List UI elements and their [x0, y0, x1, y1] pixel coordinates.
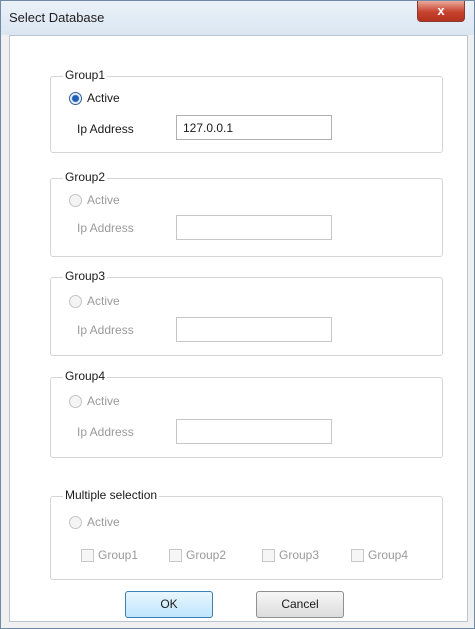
window-title: Select Database [9, 10, 105, 25]
select-database-dialog: Select Database x Group1 Active Ip Addre… [0, 0, 475, 629]
group2-ip-label: Ip Address [77, 221, 134, 235]
group4-legend: Group4 [63, 369, 108, 383]
group4-active-label: Active [87, 394, 120, 408]
group1-legend: Group1 [63, 68, 108, 82]
group2-legend: Group2 [63, 170, 108, 184]
group1-active-label: Active [87, 91, 120, 105]
group4-ip-input[interactable] [176, 419, 332, 444]
group3-ip-input[interactable] [176, 317, 332, 342]
multiple-active-label: Active [87, 515, 120, 529]
group4-box: Group4 Active Ip Address [50, 369, 443, 458]
group1-active-radio[interactable] [69, 92, 82, 105]
group3-checkbox-label: Group3 [279, 548, 320, 562]
group1-ip-label: Ip Address [77, 122, 134, 136]
dialog-body: Group1 Active Ip Address Group2 Active I… [9, 35, 468, 622]
group2-box: Group2 Active Ip Address [50, 170, 443, 257]
ok-button[interactable]: OK [125, 591, 213, 618]
group4-checkbox[interactable] [351, 549, 364, 562]
group3-active-radio[interactable] [69, 295, 82, 308]
multiple-active-radio[interactable] [69, 516, 82, 529]
group2-checkbox-label: Group2 [186, 548, 227, 562]
group1-checkbox-label: Group1 [98, 548, 139, 562]
group3-active-label: Active [87, 294, 120, 308]
group3-legend: Group3 [63, 269, 108, 283]
group4-ip-label: Ip Address [77, 425, 134, 439]
group4-checkbox-label: Group4 [368, 548, 409, 562]
group3-checkbox[interactable] [262, 549, 275, 562]
group1-checkbox[interactable] [81, 549, 94, 562]
group1-box: Group1 Active Ip Address [50, 68, 443, 153]
title-bar: Select Database x [1, 1, 474, 35]
multiple-selection-legend: Multiple selection [63, 488, 160, 502]
group3-box: Group3 Active Ip Address [50, 269, 443, 356]
group2-checkbox[interactable] [169, 549, 182, 562]
group4-active-radio[interactable] [69, 395, 82, 408]
group1-ip-input[interactable] [176, 115, 332, 140]
close-icon: x [437, 3, 445, 18]
multiple-selection-box: Multiple selection Active Group1 Group2 … [50, 488, 443, 580]
group2-active-label: Active [87, 193, 120, 207]
group3-ip-label: Ip Address [77, 323, 134, 337]
group2-active-radio[interactable] [69, 194, 82, 207]
group2-ip-input[interactable] [176, 215, 332, 240]
close-button[interactable]: x [417, 1, 465, 22]
cancel-button[interactable]: Cancel [256, 591, 344, 618]
